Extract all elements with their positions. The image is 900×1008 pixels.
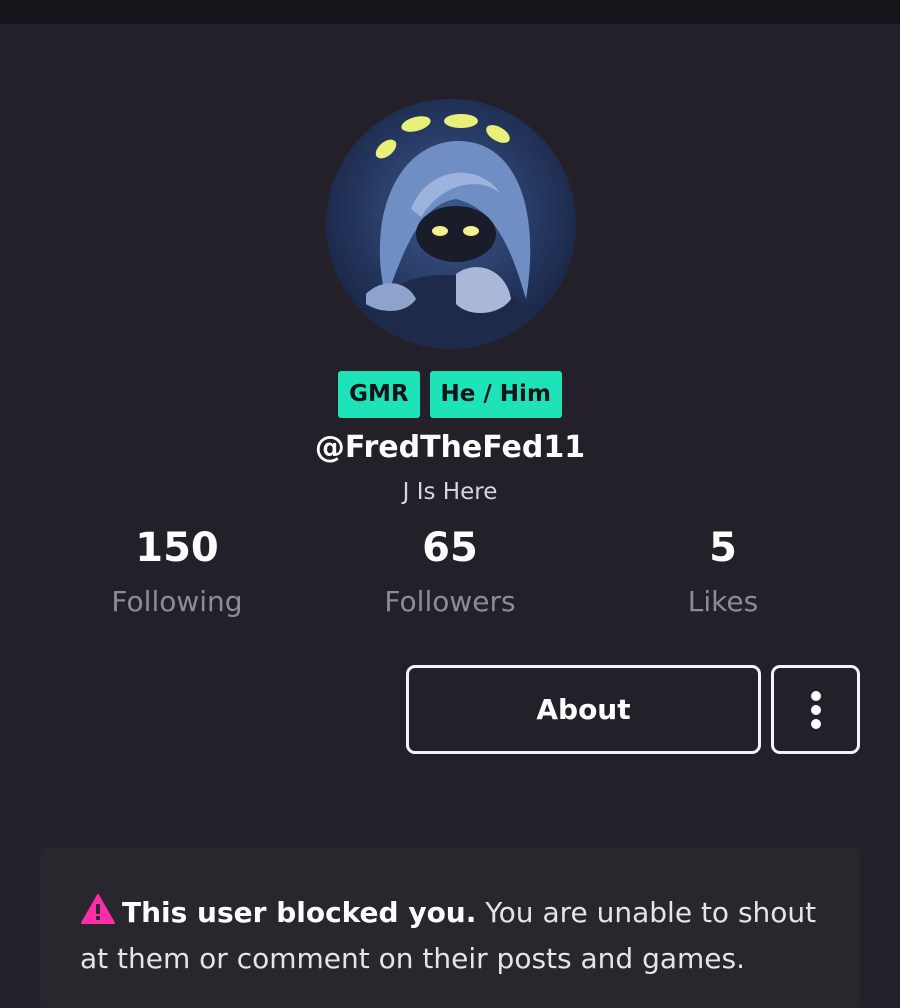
stat-value: 5 xyxy=(709,525,737,571)
pronouns-badge: He / Him xyxy=(429,371,562,418)
stat-value: 65 xyxy=(422,525,478,571)
username: @FredTheFed11 xyxy=(314,430,586,465)
about-button[interactable]: About xyxy=(406,665,761,754)
status-bar xyxy=(0,0,900,24)
badge-row: GMR He / Him xyxy=(0,371,900,418)
bio: J Is Here xyxy=(402,479,498,505)
stat-label: Following xyxy=(111,585,243,618)
stat-likes[interactable]: 5 Likes xyxy=(603,520,843,626)
stat-followers[interactable]: 65 Followers xyxy=(330,520,570,626)
avatar[interactable] xyxy=(326,99,576,349)
stat-value: 150 xyxy=(135,525,219,571)
stat-label: Likes xyxy=(687,585,759,618)
warning-icon xyxy=(81,894,115,924)
role-badge: GMR xyxy=(338,371,420,418)
more-vertical-icon xyxy=(810,690,821,729)
stat-following[interactable]: 150 Following xyxy=(57,520,297,626)
notice-bold-text: This user blocked you. xyxy=(122,896,477,929)
blocked-notice: This user blocked you. You are unable to… xyxy=(40,848,860,1008)
more-options-button[interactable] xyxy=(771,665,860,754)
stat-label: Followers xyxy=(384,585,516,618)
avatar-illustration xyxy=(356,114,551,349)
